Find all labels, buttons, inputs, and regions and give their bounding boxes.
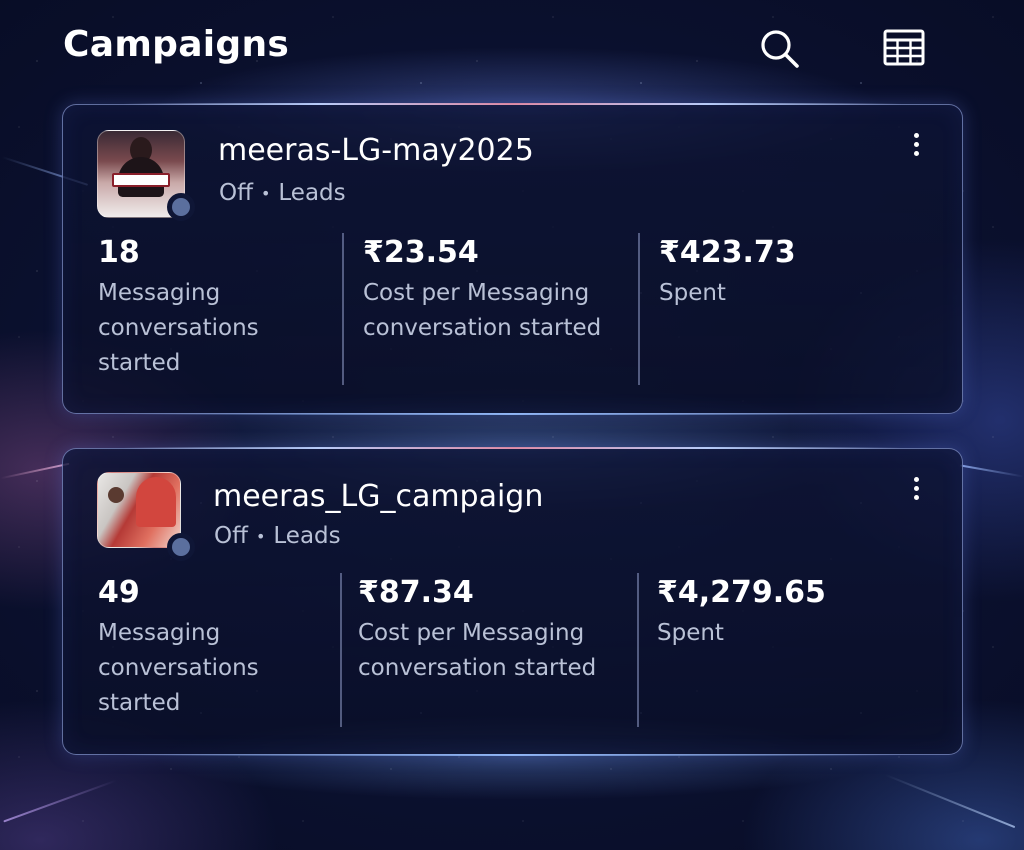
status-indicator (167, 193, 195, 221)
metric-divider (638, 233, 640, 385)
campaign-meta: Off • Leads (214, 523, 341, 549)
meta-separator: • (260, 184, 271, 203)
metric-divider (637, 573, 639, 727)
metric-value: 18 (98, 235, 140, 270)
light-streak (3, 779, 117, 823)
metric-results: 18 Messaging conversations started (98, 235, 328, 381)
campaign-objective: Leads (273, 523, 341, 549)
metric-value: ₹423.73 (659, 235, 796, 270)
metric-label: Cost per Messaging conversation started (358, 620, 597, 681)
metric-label: Cost per Messaging conversation started (363, 280, 602, 341)
metric-cost-per-result: ₹87.34 Cost per Messaging conversation s… (358, 575, 628, 686)
metric-spent: ₹423.73 Spent (659, 235, 899, 311)
metric-label: Messaging conversations started (98, 620, 259, 716)
metric-value: 49 (98, 575, 140, 610)
campaign-status: Off (219, 180, 253, 206)
meta-separator: • (255, 527, 266, 546)
campaign-status: Off (214, 523, 248, 549)
metric-label: Spent (657, 620, 724, 646)
campaign-objective: Leads (278, 180, 346, 206)
metric-label: Spent (659, 280, 726, 306)
more-options-button[interactable] (908, 477, 924, 511)
search-icon (761, 30, 799, 68)
metric-value: ₹4,279.65 (657, 575, 826, 610)
light-streak (960, 464, 1024, 478)
light-streak (0, 462, 70, 480)
light-streak (884, 773, 1016, 829)
status-indicator (167, 533, 195, 561)
more-options-button[interactable] (908, 133, 924, 167)
metric-divider (342, 233, 344, 385)
campaign-meta: Off • Leads (219, 180, 346, 206)
campaign-card[interactable]: meeras-LG-may2025 Off • Leads 18 Messaging… (62, 103, 963, 415)
metric-label: Messaging conversations started (98, 280, 259, 376)
search-button[interactable] (757, 26, 801, 70)
more-vertical-icon (908, 477, 924, 500)
metric-cost-per-result: ₹23.54 Cost per Messaging conversation s… (363, 235, 633, 346)
campaign-name[interactable]: meeras-LG-may2025 (218, 133, 534, 168)
page-title: Campaigns (63, 24, 290, 65)
more-vertical-icon (908, 133, 924, 156)
metric-results: 49 Messaging conversations started (98, 575, 328, 721)
campaign-card[interactable]: meeras_LG_campaign Off • Leads 49 Messagin… (62, 447, 963, 756)
metric-value: ₹23.54 (363, 235, 479, 270)
metric-spent: ₹4,279.65 Spent (657, 575, 917, 651)
table-view-icon (883, 29, 925, 66)
top-bar: Campaigns (0, 0, 1024, 92)
campaign-name[interactable]: meeras_LG_campaign (213, 479, 543, 514)
thumbnail-sign (112, 173, 170, 187)
metric-value: ₹87.34 (358, 575, 474, 610)
metric-divider (340, 573, 342, 727)
campaign-thumbnail (97, 472, 181, 548)
table-view-button[interactable] (882, 26, 926, 70)
